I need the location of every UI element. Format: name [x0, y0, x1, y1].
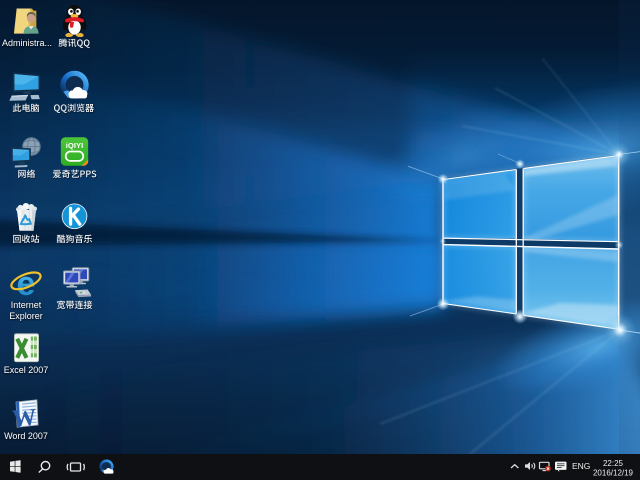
- svg-text:2016/12/19: 2016/12/19: [593, 469, 634, 478]
- svg-text:22:25: 22:25: [603, 459, 624, 468]
- svg-text:W: W: [11, 404, 37, 429]
- svg-text:e: e: [16, 266, 35, 299]
- svg-text:iQIYI: iQIYI: [65, 141, 82, 150]
- svg-text:ENG: ENG: [572, 461, 590, 471]
